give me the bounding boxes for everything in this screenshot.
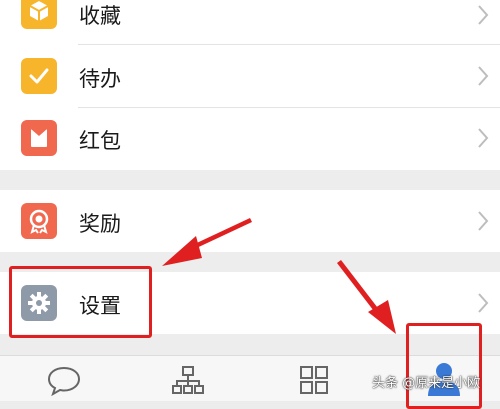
org-chart-icon[interactable] [170,364,206,396]
cube-icon [21,0,57,29]
checkmark-icon [21,58,57,94]
menu-item-label: 奖励 [79,212,121,236]
gear-icon [21,285,57,321]
menu-item-settings[interactable]: 设置 [0,272,500,334]
watermark-text: 头条 @原来是小欧 [372,376,481,391]
menu-item-favorites[interactable]: 收藏 [0,0,500,42]
red-envelope-icon [21,120,57,156]
award-badge-icon [21,203,57,239]
menu-item-rewards[interactable]: 奖励 [0,190,500,252]
grid-apps-icon[interactable] [296,364,332,396]
menu-item-label: 待办 [79,67,121,91]
menu-item-label: 红包 [79,129,121,153]
chevron-right-icon [478,293,489,313]
section-gap [0,170,500,190]
section-gap [0,334,500,355]
chevron-right-icon [478,5,489,25]
chevron-right-icon [478,66,489,86]
menu-item-red-envelope[interactable]: 红包 [0,108,500,170]
menu-item-todo[interactable]: 待办 [0,45,500,107]
chevron-right-icon [478,211,489,231]
menu-item-label: 收藏 [79,4,121,28]
chevron-right-icon [478,128,489,148]
section-gap [0,252,500,272]
chat-bubble-icon[interactable] [46,364,82,396]
menu-item-label: 设置 [79,294,121,318]
